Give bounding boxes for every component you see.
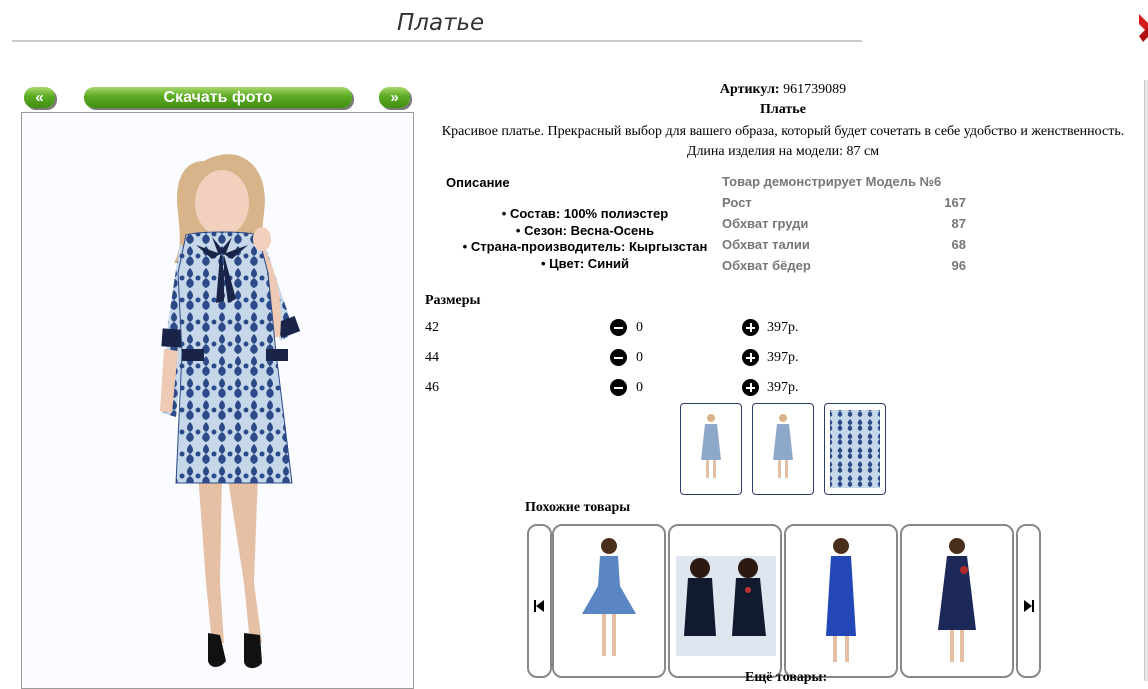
page-title: Платье [397, 10, 485, 36]
model-row-label: Обхват талии [722, 237, 810, 252]
similar-product-image [826, 538, 856, 662]
size-price: 397р. [767, 380, 799, 395]
model-row-value: 96 [951, 258, 966, 273]
size-row: 42 0 397р. [425, 317, 825, 339]
download-photo-button[interactable]: Скачать фото [84, 87, 352, 108]
product-name: Платье [760, 102, 806, 117]
model-row: Рост 167 [722, 195, 966, 210]
sku-value: 961739089 [783, 82, 847, 97]
decrease-qty-icon[interactable] [610, 319, 627, 336]
details-list: Состав: 100% полиэстер Сезон: Весна-Осен… [440, 206, 730, 272]
decrease-qty-icon[interactable] [610, 379, 627, 396]
similar-heading: Похожие товары [525, 500, 631, 515]
size-price: 397р. [767, 320, 799, 335]
model-in-dress-image [160, 154, 301, 669]
main-product-photo[interactable] [21, 112, 414, 689]
sku-line: Артикул: 961739089 [600, 82, 966, 98]
increase-qty-icon[interactable] [742, 319, 759, 336]
thumbnail-image [701, 414, 721, 478]
details-item: Состав: 100% полиэстер [440, 206, 730, 223]
similar-product-image [676, 556, 776, 656]
similar-product-card[interactable] [900, 524, 1014, 678]
close-icon[interactable] [1137, 10, 1148, 46]
skip-back-icon [534, 600, 544, 612]
similar-product-card[interactable] [784, 524, 898, 678]
details-item: Цвет: Синий [440, 256, 730, 273]
thumbnail-front[interactable] [680, 403, 742, 495]
sizes-heading: Размеры [425, 293, 481, 308]
title-divider [12, 40, 862, 42]
model-row-value: 68 [951, 237, 966, 252]
details-heading: Описание [446, 175, 510, 190]
next-photo-button[interactable]: » [379, 87, 410, 108]
similar-next-button[interactable] [1016, 524, 1041, 678]
model-row-label: Обхват груди [722, 216, 809, 231]
thumbnail-back[interactable] [752, 403, 814, 495]
size-label: 42 [425, 320, 439, 335]
size-quantity: 0 [636, 380, 643, 395]
model-row: Обхват талии 68 [722, 237, 966, 252]
model-row: Обхват груди 87 [722, 216, 966, 231]
model-row: Обхват бёдер 96 [722, 258, 966, 273]
model-row-label: Рост [722, 195, 752, 210]
model-heading: Товар демонстрирует Модель №6 [722, 174, 942, 189]
model-row-value: 87 [951, 216, 966, 231]
similar-product-image [582, 538, 636, 656]
skip-forward-icon [1024, 600, 1034, 612]
prev-photo-button[interactable]: « [24, 87, 55, 108]
model-row-value: 167 [944, 195, 966, 210]
details-item: Сезон: Весна-Осень [440, 223, 730, 240]
thumbnail-image [773, 414, 793, 478]
similar-product-image [938, 538, 976, 662]
increase-qty-icon[interactable] [742, 379, 759, 396]
details-item: Страна-производитель: Кыргызстан [440, 239, 730, 256]
size-price: 397р. [767, 350, 799, 365]
page-scrollbar[interactable] [1144, 80, 1148, 681]
increase-qty-icon[interactable] [742, 349, 759, 366]
thumbnail-image [830, 410, 880, 488]
sku-label: Артикул: [719, 82, 780, 97]
decrease-qty-icon[interactable] [610, 349, 627, 366]
size-label: 44 [425, 350, 439, 365]
size-quantity: 0 [636, 350, 643, 365]
thumbnail-fabric[interactable] [824, 403, 886, 495]
size-quantity: 0 [636, 320, 643, 335]
similar-prev-button[interactable] [527, 524, 552, 678]
size-row: 44 0 397р. [425, 347, 825, 369]
model-row-label: Обхват бёдер [722, 258, 811, 273]
size-row: 46 0 397р. [425, 377, 825, 399]
product-description: Красивое платье. Прекрасный выбор для ва… [441, 124, 1125, 159]
size-label: 46 [425, 380, 439, 395]
similar-product-card[interactable] [552, 524, 666, 678]
more-goods-heading: Ещё товары: [745, 670, 828, 685]
similar-product-card[interactable] [668, 524, 782, 678]
